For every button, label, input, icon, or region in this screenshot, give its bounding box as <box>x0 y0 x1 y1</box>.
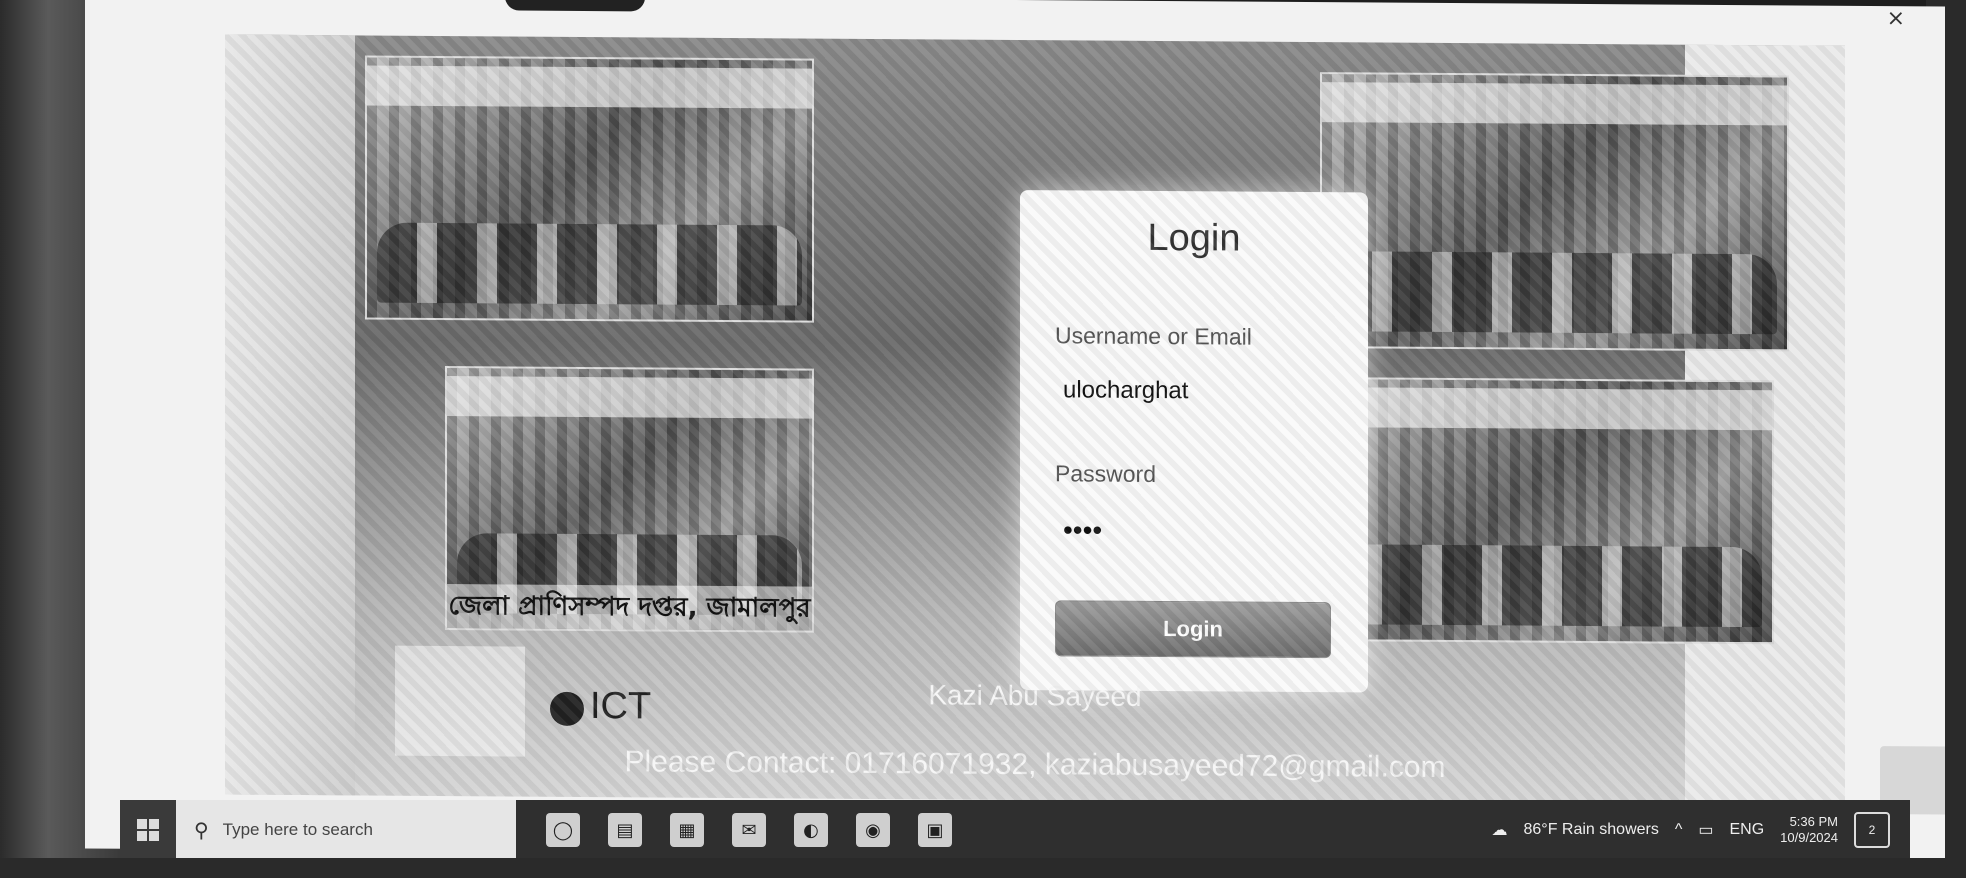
contact-line: Please Contact: 01716071932, kaziabusaye… <box>624 745 1446 785</box>
contact-name: Kazi Abu Sayeed <box>928 679 1142 712</box>
start-button[interactable] <box>120 800 176 860</box>
clock-date: 10/9/2024 <box>1780 830 1838 845</box>
file-explorer-icon[interactable]: ▤ <box>608 813 642 847</box>
photo-people <box>1332 251 1777 335</box>
chrome-icon[interactable]: ◉ <box>856 813 890 847</box>
password-label: Password <box>1055 460 1156 487</box>
photo-meeting-bottom-right <box>1310 377 1774 645</box>
password-input[interactable]: •••• <box>1055 508 1335 554</box>
department-logo <box>395 645 525 757</box>
close-icon[interactable]: × <box>1887 6 1905 31</box>
photo-people <box>1322 544 1762 628</box>
clock-time: 5:36 PM <box>1789 814 1838 829</box>
username-input[interactable] <box>1055 368 1335 415</box>
screen: × জেলা প্রাণিসম্পদ দপ্তর, জামালপুর Login… <box>85 0 1945 862</box>
weather-text[interactable]: 86°F Rain showers <box>1524 821 1659 839</box>
word-icon[interactable]: ▣ <box>918 813 952 847</box>
monitor-bezel-bottom <box>0 858 1966 878</box>
photo-people <box>457 533 802 616</box>
camera-notch <box>505 0 645 12</box>
clock[interactable]: 5:36 PM 10/9/2024 <box>1780 814 1838 846</box>
taskbar: ⚲ Type here to search ◯ ▤ ▦ ✉ ◐ ◉ ▣ ☁ 86… <box>120 800 1910 860</box>
search-icon: ⚲ <box>194 818 209 842</box>
notification-count: 2 <box>1868 823 1876 837</box>
chevron-up-icon[interactable]: ^ <box>1675 821 1683 839</box>
store-icon[interactable]: ▦ <box>670 813 704 847</box>
taskbar-search[interactable]: ⚲ Type here to search <box>176 800 516 860</box>
photo-banner <box>367 65 812 109</box>
login-button[interactable]: Login <box>1055 600 1331 659</box>
mail-icon[interactable]: ✉ <box>732 813 766 847</box>
login-background: জেলা প্রাণিসম্পদ দপ্তর, জামালপুর Login U… <box>225 34 1845 806</box>
notification-icon[interactable]: 2 <box>1854 812 1890 848</box>
photo-banner <box>447 376 812 419</box>
photo-meeting-bottom-left: জেলা প্রাণিসম্পদ দপ্তর, জামালপুর <box>445 366 814 633</box>
taskbar-apps: ◯ ▤ ▦ ✉ ◐ ◉ ▣ <box>546 813 952 847</box>
system-tray: ☁ 86°F Rain showers ^ ▭ ENG 5:36 PM 10/9… <box>1492 812 1911 848</box>
cortana-icon[interactable]: ◯ <box>546 813 580 847</box>
photo-caption: জেলা প্রাণিসম্পদ দপ্তর, জামালপুর <box>447 584 812 631</box>
search-placeholder: Type here to search <box>222 820 373 839</box>
photo-banner <box>1312 387 1772 431</box>
network-icon[interactable]: ▭ <box>1698 820 1713 840</box>
photo-people <box>377 222 802 306</box>
login-card: Login Username or Email Password •••• Lo… <box>1020 190 1368 693</box>
username-label: Username or Email <box>1055 322 1252 350</box>
weather-icon[interactable]: ☁ <box>1492 820 1508 840</box>
ict-logo-text: ICT <box>590 685 652 728</box>
windows-logo-icon <box>137 819 159 841</box>
photo-banner <box>1322 82 1787 126</box>
photo-meeting-top-left <box>365 55 814 323</box>
right-panel <box>1685 44 1845 806</box>
ict-logo-icon <box>550 691 584 726</box>
photo-meeting-top-right <box>1320 72 1789 352</box>
language-indicator[interactable]: ENG <box>1729 821 1764 839</box>
edge-icon[interactable]: ◐ <box>794 813 828 847</box>
login-title: Login <box>1147 216 1241 260</box>
left-panel <box>225 34 355 796</box>
